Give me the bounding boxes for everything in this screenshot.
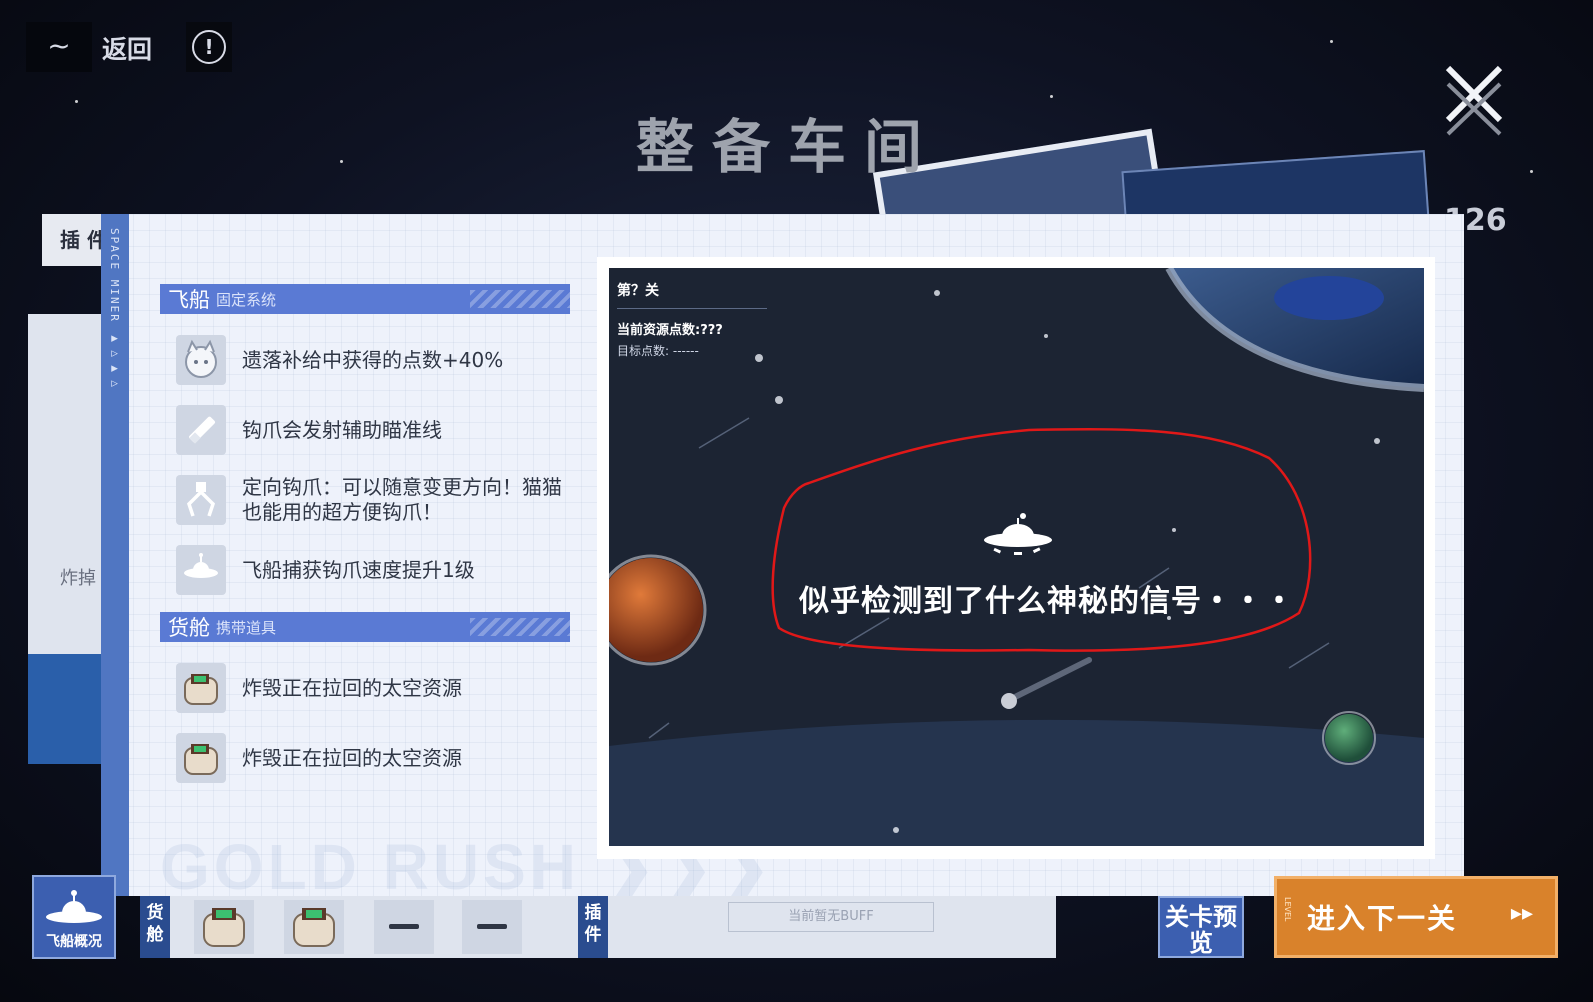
page-title: 整备车间 (636, 113, 941, 181)
star (1050, 95, 1053, 98)
header-stripes (470, 290, 570, 308)
cargo-section-subtitle: 携带道具 (216, 618, 277, 637)
ship-item-text: 定向钩爪：可以随意变更方向！猫猫也能用的超方便钩爪！ (242, 475, 562, 524)
close-icon (1445, 65, 1503, 136)
mystery-signal-text: 似乎检测到了什么神秘的信号・・・ (799, 584, 1295, 619)
star (340, 160, 343, 163)
claw-icon (176, 475, 226, 525)
preview-level: 第？关 (617, 283, 659, 299)
cargo-tag: 货舱 (140, 896, 170, 958)
cargo-section-title: 货舱 (168, 616, 210, 640)
bomb-icon (176, 663, 226, 713)
empty-slot-dash (389, 924, 419, 929)
empty-slot-dash (477, 924, 507, 929)
cargo-item: 炸毁正在拉回的太空资源 (176, 730, 576, 786)
header-stripes (470, 618, 570, 636)
ship-overview-label: 飞船概况 (46, 934, 102, 950)
level-tag: LEVEL (1283, 897, 1292, 922)
background-card: 炸掉 (28, 314, 108, 764)
info-button[interactable]: ! (186, 22, 232, 72)
grapple-aim-icon (176, 405, 226, 455)
menu-button[interactable]: ~ (26, 22, 92, 72)
preview-divider (617, 308, 767, 309)
cargo-item: 炸毁正在拉回的太空资源 (176, 660, 576, 716)
plugin-tag: 插件 (578, 896, 608, 958)
ship-item: 遗落补给中获得的点数+40% (176, 332, 576, 388)
level-preview-button[interactable]: 关卡预览 (1158, 896, 1244, 958)
cargo-slot[interactable] (194, 900, 254, 954)
ship-item: 飞船捕获钩爪速度提升1级 (176, 542, 576, 598)
cargo-item-text: 炸毁正在拉回的太空资源 (242, 745, 462, 770)
close-button[interactable] (1440, 60, 1508, 136)
next-level-button[interactable]: LEVEL 进入下一关 ▸▸ (1274, 876, 1558, 958)
cargo-slot[interactable] (284, 900, 344, 954)
preview-target-points: 目标点数: ------ (617, 344, 699, 358)
ship-section-header: 飞船 固定系统 (160, 284, 570, 314)
modal-side-strip: SPACE MINER ▶▷▶▷ (101, 214, 129, 896)
ship-section-subtitle: 固定系统 (216, 290, 277, 309)
ship-item-text: 遗落补给中获得的点数+40% (242, 347, 504, 372)
buff-status: 当前暂无BUFF (728, 902, 934, 932)
ship-section-title: 飞船 (168, 288, 210, 312)
ship-item: 钩爪会发射辅助瞄准线 (176, 402, 576, 458)
ufo-icon (46, 890, 102, 923)
star (75, 100, 78, 103)
background-card-footer (28, 654, 108, 764)
info-icon: ! (192, 30, 226, 64)
bomb-icon (176, 733, 226, 783)
bomb-icon (293, 908, 335, 947)
preview-info: 第？关 当前资源点数:??? 目标点数: ------ (617, 280, 767, 359)
back-button[interactable]: 返回 (102, 30, 152, 66)
star (1530, 170, 1533, 173)
star (1330, 40, 1333, 43)
ship-item-text: 飞船捕获钩爪速度提升1级 (242, 557, 475, 582)
cat-face-icon (176, 335, 226, 385)
side-strip-text: SPACE MINER ▶▷▶▷ (108, 228, 121, 392)
background-card-text: 炸掉 (60, 568, 96, 589)
level-preview: 第？关 当前资源点数:??? 目标点数: ------ 似乎检测到了什么神秘的信… (609, 268, 1424, 846)
next-level-label: 进入下一关 (1307, 902, 1458, 935)
cargo-slot-empty[interactable] (374, 900, 434, 954)
ship-item: 定向钩爪：可以随意变更方向！猫猫也能用的超方便钩爪！ (176, 472, 576, 528)
cargo-item-text: 炸毁正在拉回的太空资源 (242, 675, 462, 700)
double-arrow-icon: ▸▸ (1510, 901, 1533, 926)
ship-item-text: 钩爪会发射辅助瞄准线 (242, 417, 442, 442)
cargo-section-header: 货舱 携带道具 (160, 612, 570, 642)
cargo-slot-empty[interactable] (462, 900, 522, 954)
ship-overview-button[interactable]: 飞船概况 (32, 875, 116, 959)
bomb-icon (203, 908, 245, 947)
preview-resource-points: 当前资源点数:??? (617, 323, 723, 338)
ufo-icon (176, 545, 226, 595)
